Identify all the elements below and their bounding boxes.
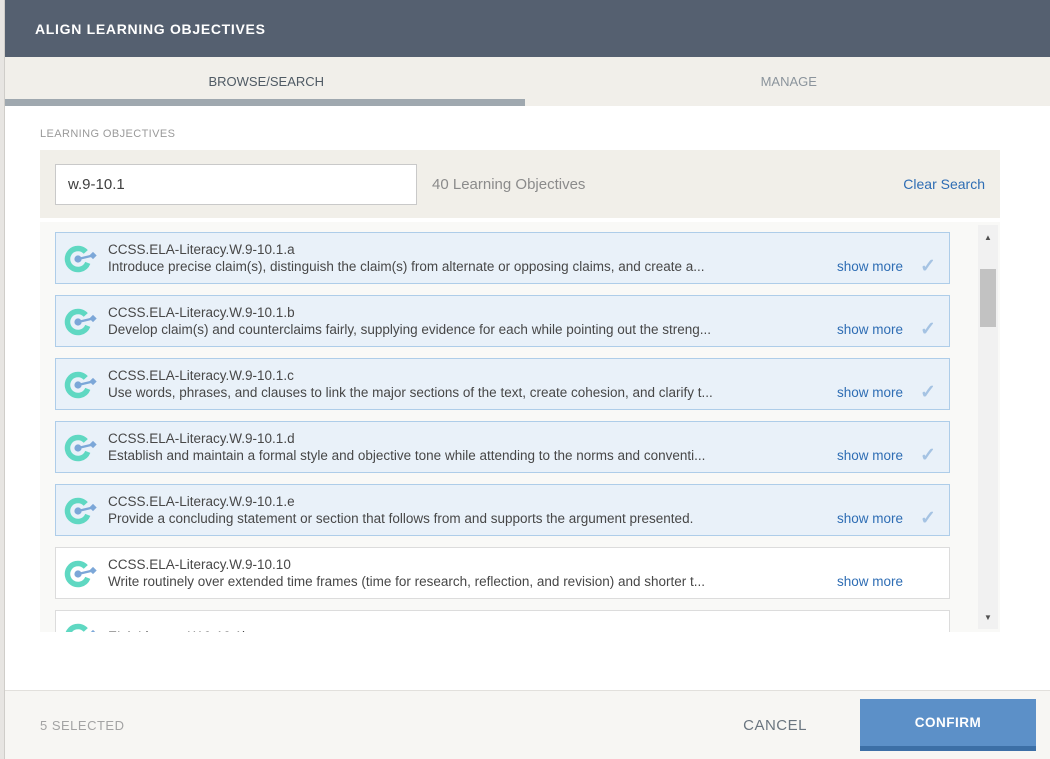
objective-description: Provide a concluding statement or sectio… (108, 510, 829, 527)
objective-description: Use words, phrases, and clauses to link … (108, 384, 829, 401)
cancel-button[interactable]: CANCEL (743, 717, 807, 734)
objective-code: ELA-Literacy.W.9-10.1b (108, 628, 939, 633)
show-more-link[interactable]: show more (837, 511, 903, 526)
tab-bar: BROWSE/SEARCH MANAGE (5, 57, 1050, 106)
objective-code: CCSS.ELA-Literacy.W.9-10.1.d (108, 430, 939, 447)
scroll-down-arrow-icon[interactable]: ▼ (978, 607, 998, 627)
show-more-link[interactable]: show more (837, 448, 903, 463)
learning-objectives-section-label: LEARNING OBJECTIVES (40, 128, 175, 140)
align-objectives-modal: ALIGN LEARNING OBJECTIVES BROWSE/SEARCH … (5, 0, 1050, 759)
objective-code: CCSS.ELA-Literacy.W.9-10.1.b (108, 304, 939, 321)
objective-icon (64, 492, 100, 528)
active-tab-indicator (5, 99, 525, 106)
objective-row[interactable]: CCSS.ELA-Literacy.W.9-10.1.e Provide a c… (55, 484, 950, 536)
objective-row[interactable]: ELA-Literacy.W.9-10.1b (55, 610, 950, 632)
objective-icon (64, 618, 100, 632)
tab-manage-label: MANAGE (761, 74, 817, 89)
objective-code: CCSS.ELA-Literacy.W.9-10.10 (108, 556, 939, 573)
tab-browse-search-label: BROWSE/SEARCH (208, 74, 324, 89)
selected-count-label: 5 SELECTED (40, 718, 124, 733)
selected-check-icon: ✓ (917, 321, 939, 338)
objective-code: CCSS.ELA-Literacy.W.9-10.1.c (108, 367, 939, 384)
objective-icon (64, 555, 100, 591)
objective-row[interactable]: CCSS.ELA-Literacy.W.9-10.10 Write routin… (55, 547, 950, 599)
objectives-rows: CCSS.ELA-Literacy.W.9-10.1.a Introduce p… (55, 222, 950, 632)
objective-code: CCSS.ELA-Literacy.W.9-10.1.a (108, 241, 939, 258)
scrollbar-thumb[interactable] (980, 269, 996, 327)
results-count: 40 Learning Objectives (432, 176, 585, 193)
show-more-link[interactable]: show more (837, 574, 903, 589)
objective-description: Establish and maintain a formal style an… (108, 447, 829, 464)
objectives-list: CCSS.ELA-Literacy.W.9-10.1.a Introduce p… (40, 222, 1000, 632)
objective-icon (64, 429, 100, 465)
modal-footer: 5 SELECTED CANCEL CONFIRM (5, 690, 1050, 759)
objective-row[interactable]: CCSS.ELA-Literacy.W.9-10.1.b Develop cla… (55, 295, 950, 347)
search-bar: 40 Learning Objectives Clear Search (40, 150, 1000, 218)
objective-icon (64, 366, 100, 402)
selected-check-icon: ✓ (917, 447, 939, 464)
confirm-button[interactable]: CONFIRM (860, 699, 1036, 751)
modal-title: ALIGN LEARNING OBJECTIVES (35, 21, 266, 37)
show-more-link[interactable]: show more (837, 322, 903, 337)
modal-header: ALIGN LEARNING OBJECTIVES (5, 0, 1050, 57)
objective-description: Write routinely over extended time frame… (108, 573, 829, 590)
objective-icon (64, 303, 100, 339)
search-input[interactable] (55, 164, 417, 205)
objective-row[interactable]: CCSS.ELA-Literacy.W.9-10.1.c Use words, … (55, 358, 950, 410)
objective-description: Develop claim(s) and counterclaims fairl… (108, 321, 829, 338)
clear-search-link[interactable]: Clear Search (903, 176, 985, 192)
selected-check-icon: ✓ (917, 258, 939, 275)
show-more-link[interactable]: show more (837, 259, 903, 274)
page-background: ALIGN LEARNING OBJECTIVES BROWSE/SEARCH … (0, 0, 1050, 759)
objective-row[interactable]: CCSS.ELA-Literacy.W.9-10.1.a Introduce p… (55, 232, 950, 284)
objective-code: CCSS.ELA-Literacy.W.9-10.1.e (108, 493, 939, 510)
list-scrollbar[interactable]: ▲ ▼ (978, 225, 998, 629)
selected-check-icon: ✓ (917, 384, 939, 401)
objective-row[interactable]: CCSS.ELA-Literacy.W.9-10.1.d Establish a… (55, 421, 950, 473)
tab-manage[interactable]: MANAGE (528, 57, 1050, 106)
objective-icon (64, 240, 100, 276)
selected-check-icon: ✓ (917, 510, 939, 527)
scroll-up-arrow-icon[interactable]: ▲ (978, 227, 998, 247)
objective-description: Introduce precise claim(s), distinguish … (108, 258, 829, 275)
show-more-link[interactable]: show more (837, 385, 903, 400)
